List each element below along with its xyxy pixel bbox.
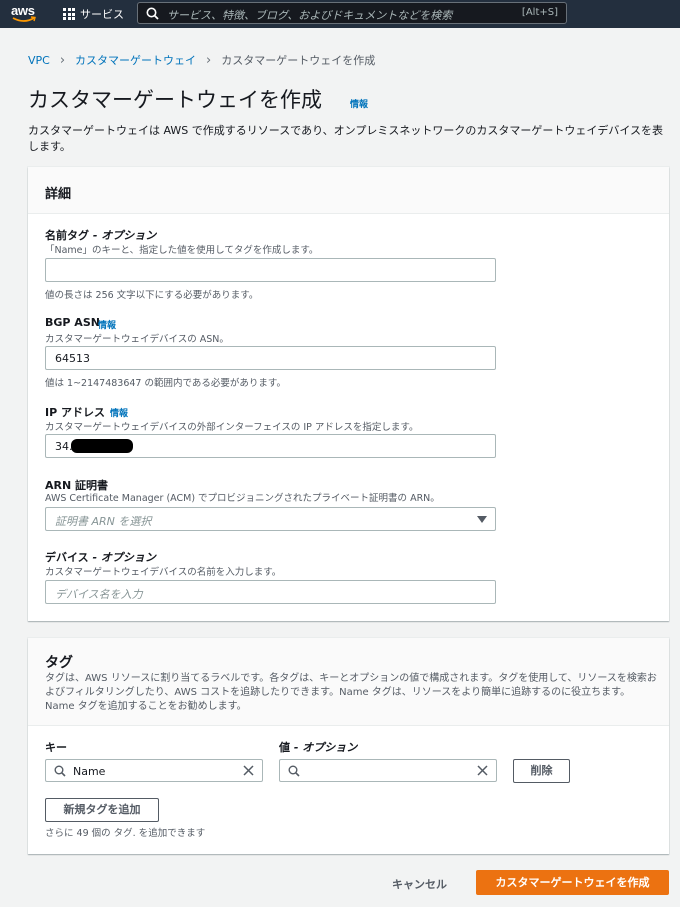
ip-address-label-text: IP アドレス <box>45 406 105 419</box>
ip-address-description: カスタマーゲートウェイデバイスの外部インターフェイスの IP アドレスを指定しま… <box>45 422 419 433</box>
name-tag-label-text: 名前タグ <box>45 229 89 242</box>
details-panel: 詳細 名前タグ - オプション 「Name」のキーと、指定した値を使用してタグを… <box>28 167 669 621</box>
create-customer-gateway-button[interactable]: カスタマーゲートウェイを作成 <box>476 870 669 895</box>
name-tag-input[interactable] <box>45 258 496 282</box>
search-icon <box>288 765 300 777</box>
global-search-input[interactable]: サービス、特徴、ブログ、およびドキュメントなどを検索 [Alt+S] <box>137 2 567 24</box>
breadcrumb-current: カスタマーゲートウェイを作成 <box>221 54 376 67</box>
tags-description: タグは、AWS リソースに割り当てるラベルです。各タグは、キーとオプションの値で… <box>45 673 657 712</box>
tag-value-label-text: 値 <box>279 741 290 754</box>
device-label-text: デバイス <box>45 551 89 564</box>
device-placeholder: デバイス名を入力 <box>55 588 143 601</box>
bgp-asn-info-link[interactable]: 情報 <box>98 318 116 331</box>
search-placeholder: サービス、特徴、ブログ、およびドキュメントなどを検索 <box>167 9 453 22</box>
ip-address-value: 34. <box>55 440 73 453</box>
bgp-asn-label-text: BGP ASN <box>45 316 100 329</box>
device-input[interactable]: デバイス名を入力 <box>45 580 496 604</box>
redaction-mark <box>71 439 133 453</box>
search-icon <box>146 7 159 20</box>
name-tag-optional: - オプション <box>89 229 157 242</box>
clear-icon[interactable] <box>243 765 254 776</box>
breadcrumb-customer-gateways[interactable]: カスタマーゲートウェイ <box>75 52 196 68</box>
breadcrumb: VPC › カスタマーゲートウェイ › カスタマーゲートウェイを作成 <box>28 52 375 68</box>
search-icon <box>54 765 66 777</box>
top-nav-bar: aws サービス サービス、特徴、ブログ、およびドキュメントなどを検索 [Alt… <box>0 0 680 28</box>
tags-panel: タグ タグは、AWS リソースに割り当てるラベルです。各タグは、キーとオプション… <box>28 638 669 854</box>
arn-cert-select[interactable]: 証明書 ARN を選択 <box>45 507 496 531</box>
clear-icon[interactable] <box>477 765 488 776</box>
device-description: カスタマーゲートウェイデバイスの名前を入力します。 <box>45 567 282 578</box>
page-title: カスタマーゲートウェイを作成 <box>28 88 322 112</box>
search-shortcut: [Alt+S] <box>521 7 558 18</box>
tag-key-label: キー <box>45 741 67 754</box>
grid-icon <box>63 8 75 20</box>
arn-cert-description: AWS Certificate Manager (ACM) でプロビジョニングさ… <box>45 493 440 504</box>
ip-address-label: IP アドレス <box>45 404 105 420</box>
arn-cert-placeholder: 証明書 ARN を選択 <box>55 515 152 528</box>
name-tag-description: 「Name」のキーと、指定した値を使用してタグを作成します。 <box>45 245 319 256</box>
chevron-right-icon: › <box>206 52 212 68</box>
chevron-right-icon: › <box>59 52 66 68</box>
ip-address-input[interactable]: 34. <box>45 434 496 458</box>
add-tag-button[interactable]: 新規タグを追加 <box>45 798 159 822</box>
tag-value-input[interactable] <box>279 759 497 782</box>
bgp-asn-label: BGP ASN <box>45 316 100 329</box>
services-label: サービス <box>80 8 124 21</box>
caret-down-icon <box>477 516 487 523</box>
bgp-asn-description: カスタマーゲートウェイデバイスの ASN。 <box>45 334 229 345</box>
details-heading: 詳細 <box>45 187 72 202</box>
services-menu[interactable]: サービス <box>63 6 124 22</box>
name-tag-label: 名前タグ - オプション <box>45 227 156 243</box>
aws-smile-icon <box>12 16 36 22</box>
bgp-asn-input[interactable]: 64513 <box>45 346 496 370</box>
breadcrumb-vpc[interactable]: VPC <box>28 54 50 67</box>
bgp-asn-hint: 値は 1~2147483647 の範囲内である必要があります。 <box>45 378 286 389</box>
cancel-button[interactable]: キャンセル <box>392 876 447 892</box>
tags-heading: タグ <box>45 655 73 671</box>
tag-value-optional: - オプション <box>290 741 358 754</box>
details-header: 詳細 <box>28 167 669 214</box>
tag-value-label: 値 - オプション <box>279 739 357 755</box>
ip-address-info-link[interactable]: 情報 <box>110 406 128 419</box>
device-label: デバイス - オプション <box>45 549 156 565</box>
title-info-link[interactable]: 情報 <box>350 97 368 110</box>
aws-logo[interactable]: aws <box>11 3 39 25</box>
bgp-asn-value: 64513 <box>55 352 90 365</box>
tag-key-value: Name <box>73 765 106 778</box>
page-description: カスタマーゲートウェイは AWS で作成するリソースであり、オンプレミスネットワ… <box>28 124 664 153</box>
name-tag-hint: 値の長さは 256 文字以下にする必要があります。 <box>45 290 259 301</box>
device-optional: - オプション <box>88 551 156 564</box>
tags-header: タグ タグは、AWS リソースに割り当てるラベルです。各タグは、キーとオプション… <box>28 638 669 726</box>
remove-tag-button[interactable]: 削除 <box>513 759 570 783</box>
tag-key-input[interactable]: Name <box>45 759 263 782</box>
remaining-tags-hint: さらに 49 個の タグ. を追加できます <box>45 828 206 839</box>
